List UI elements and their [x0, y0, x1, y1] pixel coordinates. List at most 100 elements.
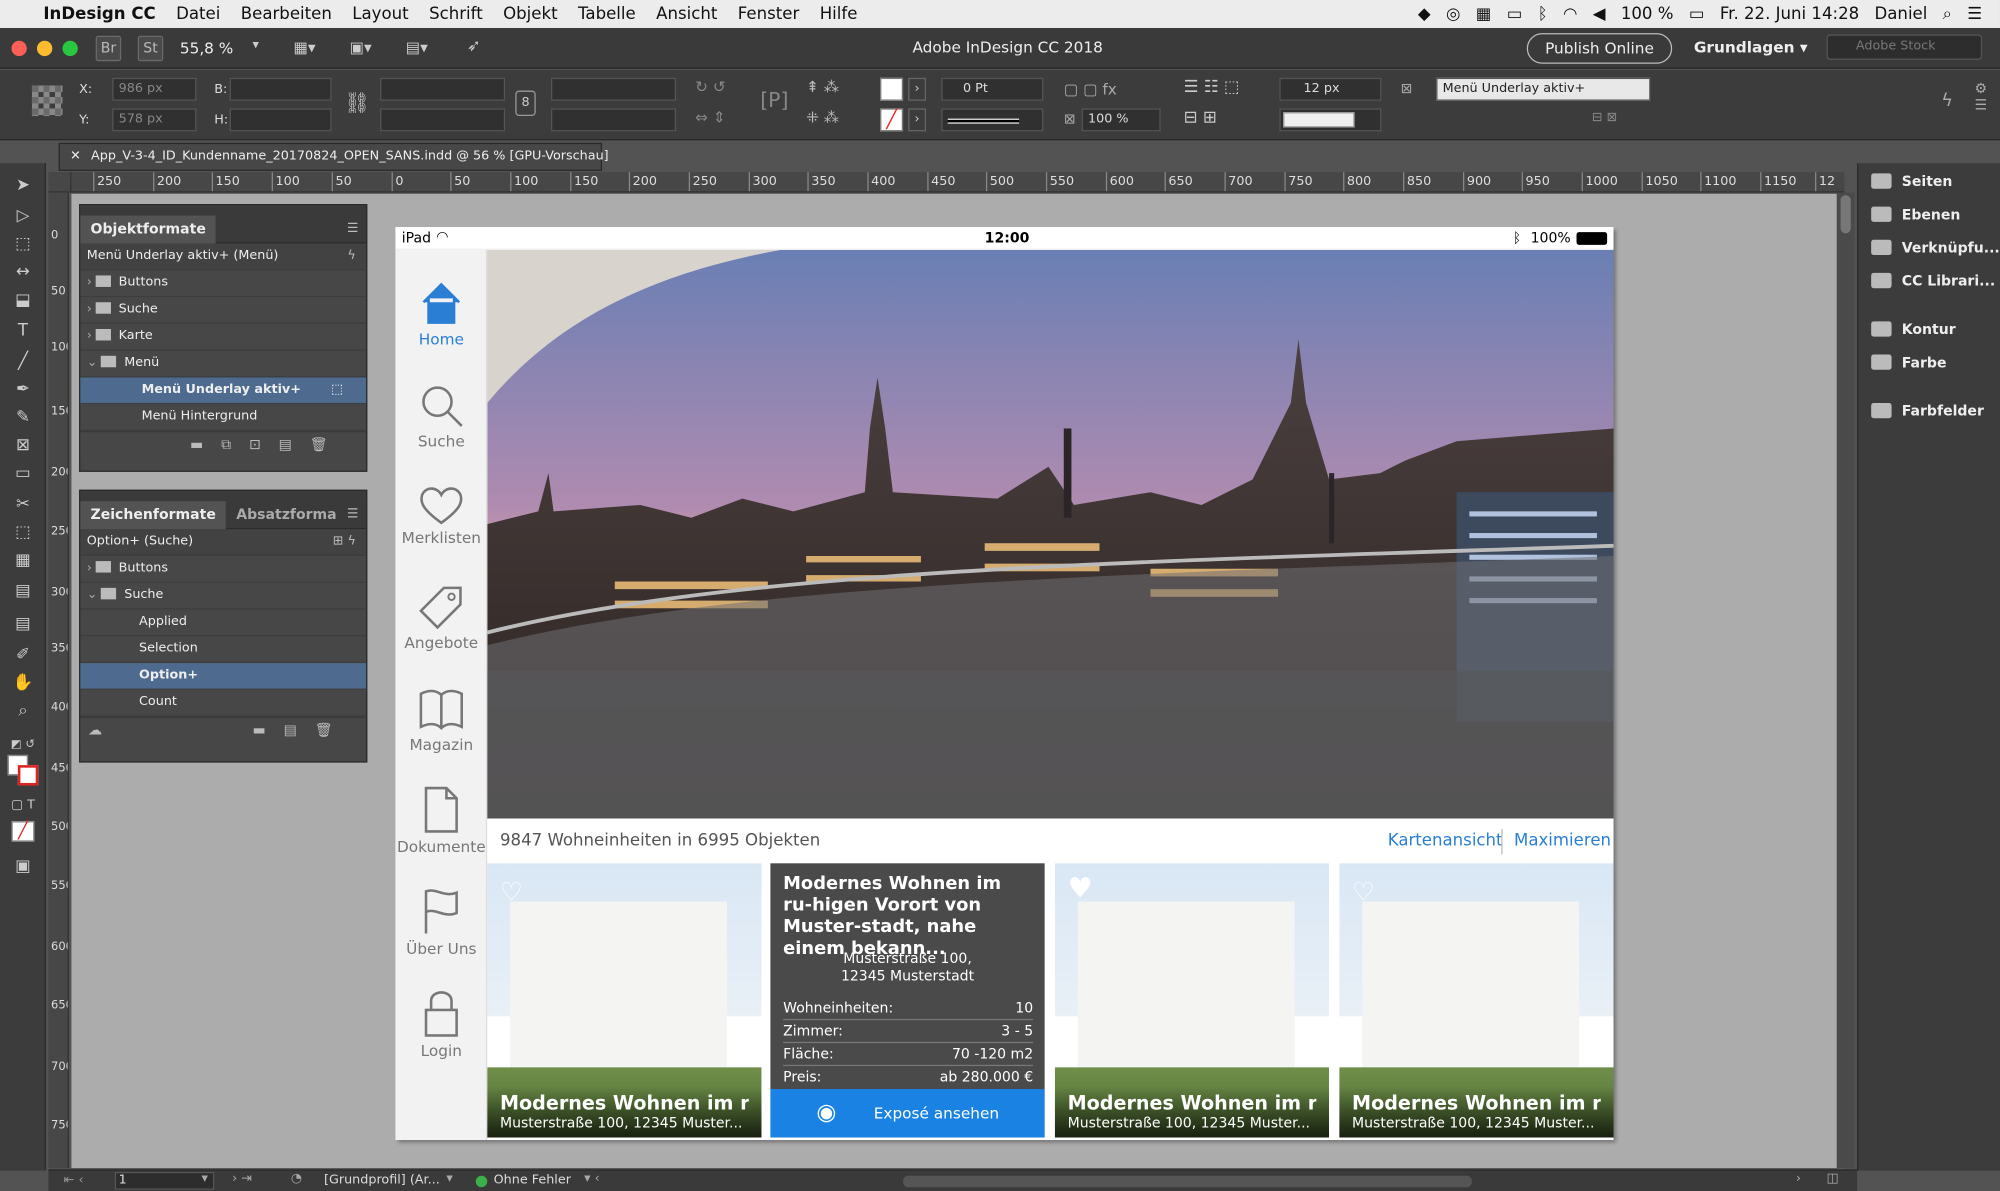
style-item-menu-hintergrund[interactable]: Menü Hintergrund — [80, 404, 367, 432]
quick-apply-icon[interactable]: ⊞ ϟ — [333, 529, 356, 555]
reference-point-icon[interactable] — [31, 85, 63, 117]
rectangle-tool-icon[interactable]: ▭ — [10, 462, 36, 488]
favorite-heart-filled-icon[interactable]: ♥ — [1068, 874, 1093, 906]
apply-none-icon[interactable]: ╱ — [11, 821, 35, 842]
bluetooth-icon[interactable]: ᛒ — [1538, 4, 1548, 23]
nav-suche[interactable]: Suche — [395, 383, 487, 450]
publish-online-button[interactable]: Publish Online — [1526, 33, 1673, 64]
height-field[interactable] — [229, 108, 332, 132]
workspace-switcher[interactable]: Grundlagen ▾ — [1694, 38, 1808, 56]
chevron-down-icon[interactable]: ▾ ‹ — [584, 1172, 600, 1186]
dock-item-farbfelder[interactable]: Farbfelder — [1871, 398, 1984, 426]
property-detail-card[interactable]: Modernes Wohnen im ru-higen Vorort von M… — [770, 863, 1045, 1138]
horizontal-scroll-thumb[interactable] — [903, 1175, 1472, 1188]
screen-mode-icon[interactable]: ▣ — [10, 854, 36, 880]
style-group-suche[interactable]: › Suche — [80, 297, 367, 324]
constrain-link-icon[interactable]: ⛓ — [344, 91, 370, 115]
split-view-icon[interactable]: ◫ — [1827, 1172, 1839, 1186]
content-collector-icon[interactable]: ⬓ — [10, 288, 36, 314]
menu-fenster[interactable]: Fenster — [728, 4, 810, 23]
stroke-color-icon[interactable] — [17, 765, 39, 786]
close-icon[interactable]: ✕ — [70, 149, 81, 163]
grid-icon[interactable]: ▦ — [1476, 4, 1492, 23]
favorite-heart-icon[interactable]: ♡ — [1352, 876, 1375, 907]
nav-angebote[interactable]: Angebote — [395, 584, 487, 652]
panel-menu-icon[interactable]: ⚙ ☰ — [1974, 80, 1987, 113]
view-options-icon[interactable]: ▦▾ — [293, 38, 315, 56]
close-window-button[interactable] — [11, 40, 27, 57]
gradient-swatch-tool-icon[interactable]: ▦ — [10, 548, 36, 574]
tab-objektformate[interactable]: Objektformate — [80, 214, 217, 243]
opacity-field[interactable]: 100 % — [1081, 108, 1161, 132]
maximize-link[interactable]: Maximieren — [1514, 831, 1611, 850]
style-item-count[interactable]: Count — [80, 690, 367, 717]
link-scale-icon[interactable]: 8 — [515, 90, 536, 117]
menu-objekt[interactable]: Objekt — [493, 4, 568, 23]
spacing-field[interactable]: 12 px — [1279, 77, 1382, 101]
frame-preview[interactable] — [1279, 108, 1382, 132]
selection-tool-icon[interactable]: ➤ — [10, 173, 36, 199]
nav-ueber-uns[interactable]: Über Uns — [395, 888, 487, 958]
shear-field[interactable] — [551, 108, 677, 132]
fx-icon[interactable]: ▢ ▢ fx — [1064, 80, 1117, 98]
dock-item-seiten[interactable]: Seiten — [1871, 168, 1952, 196]
menu-layout[interactable]: Layout — [342, 4, 419, 23]
adobe-stock-search[interactable]: Adobe Stock — [1826, 34, 1983, 60]
menu-bearbeiten[interactable]: Bearbeiten — [231, 4, 343, 23]
panel-menu-icon[interactable]: ☰ — [347, 508, 366, 522]
dropbox-icon[interactable]: ◆ — [1418, 4, 1431, 23]
stroke-type-dropdown[interactable] — [941, 108, 1044, 132]
volume-icon[interactable]: ◀ — [1593, 4, 1606, 23]
zoom-tool-icon[interactable]: ⌕ — [10, 699, 36, 725]
scale-x-field[interactable] — [380, 77, 506, 101]
wifi-icon[interactable]: ◠ — [1563, 4, 1577, 23]
chevron-right-icon[interactable]: › — [908, 77, 927, 101]
stock-button[interactable]: St — [137, 35, 164, 62]
chevron-down-icon[interactable]: ▾ — [202, 1172, 208, 1186]
gradient-feather-tool-icon[interactable]: ▤ — [10, 579, 36, 605]
rotation-field[interactable] — [551, 77, 677, 101]
clock[interactable]: Fr. 22. Juni 14:28 — [1720, 4, 1859, 23]
vertical-ruler[interactable]: 0 50 100 150 200 250 300 350 400 450 500… — [48, 192, 69, 1169]
type-tool-icon[interactable]: T — [10, 319, 36, 345]
hand-tool-icon[interactable]: ✋ — [10, 671, 36, 697]
cloud-icon[interactable]: ☁ — [88, 722, 102, 739]
menu-app[interactable]: InDesign CC — [33, 4, 166, 23]
chevron-down-icon[interactable]: ▾ — [446, 1172, 452, 1186]
property-card[interactable]: ♡ Modernes Wohnen im ruh...Musterstraße … — [1339, 863, 1614, 1138]
screen-mode-icon[interactable]: ▣▾ — [349, 38, 371, 56]
zoom-window-button[interactable] — [62, 40, 78, 57]
direct-selection-tool-icon[interactable]: ▷ — [10, 204, 36, 230]
dock-item-farbe[interactable]: Farbe — [1871, 349, 1946, 377]
cc-icon[interactable]: ◎ — [1446, 4, 1460, 23]
vertical-scrollbar[interactable] — [1836, 192, 1855, 1169]
nav-login[interactable]: Login — [395, 987, 487, 1060]
rotate-icons[interactable]: ↻ ↺ — [695, 78, 726, 96]
spotlight-search-icon[interactable]: ⌕ — [1943, 4, 1952, 23]
property-card[interactable]: ♡ Modernes Wohnen im ruh...Musterstraße … — [487, 863, 762, 1138]
width-field[interactable] — [229, 77, 332, 101]
next-page-icon[interactable]: › ⇥ — [232, 1172, 252, 1186]
chevron-down-icon[interactable]: ▾ — [253, 38, 259, 52]
object-style-dropdown[interactable]: Menü Underlay aktiv+ — [1436, 77, 1651, 101]
flip-icons[interactable]: ⇔ ⇕ — [695, 108, 726, 126]
menu-schrift[interactable]: Schrift — [419, 4, 493, 23]
line-tool-icon[interactable]: ╱ — [10, 349, 36, 375]
clear-overrides-icons[interactable]: ⊟ ⊠ — [1592, 111, 1617, 125]
style-group-buttons[interactable]: › Buttons — [80, 556, 367, 583]
note-tool-icon[interactable]: ▤ — [10, 612, 36, 638]
menu-datei[interactable]: Datei — [166, 4, 231, 23]
pencil-tool-icon[interactable]: ✎ — [10, 406, 36, 432]
dock-item-verknuepfungen[interactable]: Verknüpfu... — [1871, 235, 2000, 263]
chevron-right-icon[interactable]: › — [1796, 1172, 1801, 1186]
swap-colors-icon[interactable]: ◩ ↺ — [10, 732, 36, 758]
tab-absatzformate[interactable]: Absatzforma — [226, 501, 347, 529]
preflight-status[interactable]: Ohne Fehler — [494, 1173, 571, 1187]
battery-status[interactable]: 100 % — [1621, 4, 1674, 23]
menu-tabelle[interactable]: Tabelle — [568, 4, 646, 23]
user-name[interactable]: Daniel — [1875, 4, 1928, 23]
eyedropper-tool-icon[interactable]: ✐ — [10, 643, 36, 669]
menu-ansicht[interactable]: Ansicht — [646, 4, 728, 23]
expose-button[interactable]: ◉ Exposé ansehen — [770, 1089, 1045, 1138]
dock-item-ebenen[interactable]: Ebenen — [1871, 201, 1960, 229]
